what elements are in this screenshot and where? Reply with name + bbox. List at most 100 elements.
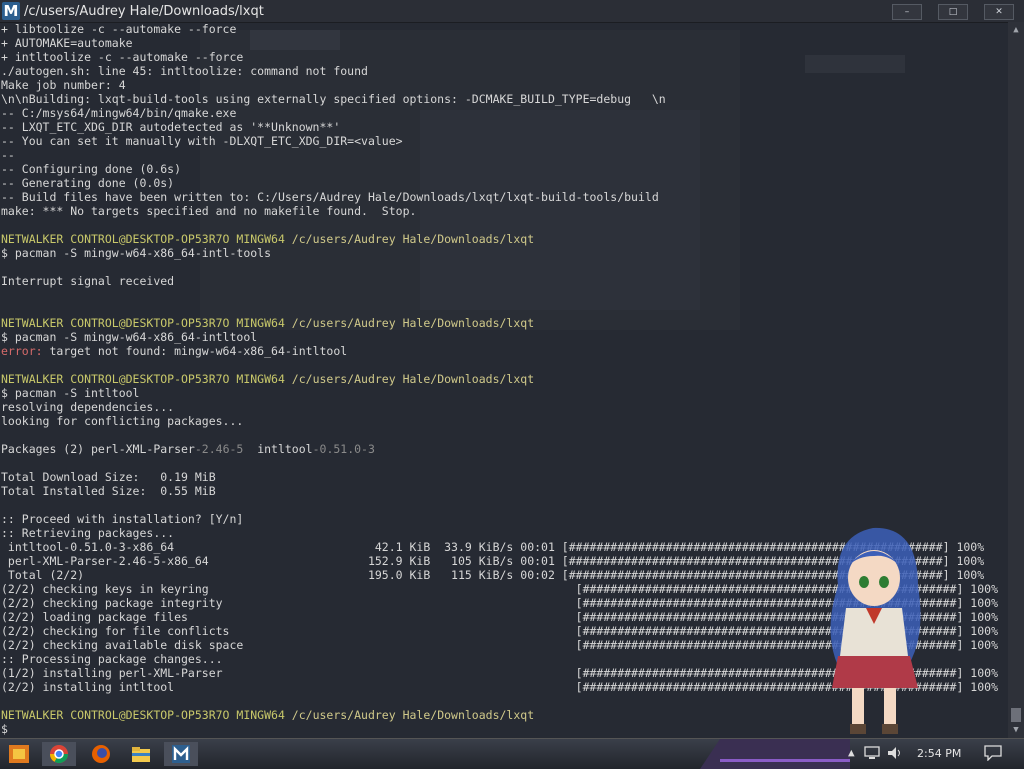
network-icon[interactable] (864, 745, 880, 765)
error-label: error: (1, 344, 43, 358)
terminal-text: intltool-0.51.0-3-x86_64 42.1 KiB 33.9 K… (1, 540, 985, 554)
terminal-line: + intltoolize -c --automake --force (0, 50, 1008, 64)
terminal-text: Interrupt signal received (1, 274, 175, 288)
terminal-line: (2/2) checking available disk space [###… (0, 638, 1008, 652)
terminal-text: Total Download Size: 0.19 MiB (1, 470, 216, 484)
firefox-icon[interactable] (84, 742, 118, 766)
mintty-logo-icon: M (2, 2, 20, 20)
terminal-line: -- Configuring done (0.6s) (0, 162, 1008, 176)
terminal-text: \n\nBuilding: lxqt-build-tools using ext… (1, 92, 666, 106)
terminal-line: -- C:/msys64/mingw64/bin/qmake.exe (0, 106, 1008, 120)
prompt-user-host: NETWALKER CONTROL@DESKTOP-OP53R7O MINGW6… (1, 372, 285, 386)
terminal-line: Interrupt signal received (0, 274, 1008, 288)
scroll-down-arrow-icon[interactable]: ▼ (1010, 724, 1022, 736)
chrome-icon[interactable] (42, 742, 76, 766)
terminal-line: NETWALKER CONTROL@DESKTOP-OP53R7O MINGW6… (0, 708, 1008, 722)
taskbar-clock[interactable]: 2:54 PM (917, 747, 961, 760)
terminal-line: (2/2) installing intltool [#############… (0, 680, 1008, 694)
terminal-line: (2/2) checking for file conflicts [#####… (0, 624, 1008, 638)
terminal-text: (2/2) loading package files [###########… (1, 610, 998, 624)
terminal-text: Total Installed Size: 0.55 MiB (1, 484, 216, 498)
terminal-output[interactable]: + libtoolize -c --automake --force + AUTO… (0, 22, 1008, 738)
terminal-text: make: *** No targets specified and no ma… (1, 204, 417, 218)
terminal-text: intltool (243, 442, 313, 456)
start-button-icon[interactable] (2, 742, 36, 766)
terminal-line: resolving dependencies... (0, 400, 1008, 414)
terminal-text: + libtoolize -c --automake --force (1, 22, 237, 36)
terminal-line: error: target not found: mingw-w64-x86_6… (0, 344, 1008, 358)
taskbar: ▲ 2:54 PM (0, 738, 1024, 769)
prompt-path: /c/users/Audrey Hale/Downloads/lxqt (284, 372, 535, 386)
terminal-line: Make job number: 4 (0, 78, 1008, 92)
terminal-text: Total (2/2) 195.0 KiB 115 KiB/s 00:02 [#… (1, 568, 985, 582)
scroll-up-arrow-icon[interactable]: ▲ (1010, 24, 1022, 36)
terminal-text: $ (1, 722, 8, 736)
scroll-thumb[interactable] (1011, 708, 1021, 722)
terminal-text: -- You can set it manually with -DLXQT_E… (1, 134, 403, 148)
terminal-text: (2/2) checking for file conflicts [#####… (1, 624, 998, 638)
title-bar: M /c/users/Audrey Hale/Downloads/lxqt – … (0, 0, 1024, 23)
terminal-text: $ pacman -S mingw-w64-x86_64-intltool (1, 330, 258, 344)
volume-icon[interactable] (886, 745, 904, 765)
terminal-text: + AUTOMAKE=automake (1, 36, 133, 50)
taskbar-decoration (700, 739, 850, 769)
terminal-text: -- LXQT_ETC_XDG_DIR autodetected as '**U… (1, 120, 341, 134)
terminal-text: (2/2) checking package integrity [######… (1, 596, 998, 610)
terminal-line: (2/2) loading package files [###########… (0, 610, 1008, 624)
tray-arrow-icon[interactable]: ▲ (848, 746, 855, 759)
minimize-button[interactable]: – (892, 4, 922, 20)
terminal-text: -0.51.0-3 (312, 442, 375, 456)
prompt-user-host: NETWALKER CONTROL@DESKTOP-OP53R7O MINGW6… (1, 232, 285, 246)
terminal-line: -- Build files have been written to: C:/… (0, 190, 1008, 204)
terminal-line: (2/2) checking keys in keyring [########… (0, 582, 1008, 596)
terminal-text: -- Generating done (0.0s) (1, 176, 175, 190)
terminal-text: ./autogen.sh: line 45: intltoolize: comm… (1, 64, 368, 78)
terminal-text: -- Configuring done (0.6s) (1, 162, 182, 176)
terminal-line: make: *** No targets specified and no ma… (0, 204, 1008, 218)
terminal-text: -- (1, 148, 15, 162)
terminal-line: :: Retrieving packages... (0, 526, 1008, 540)
maximize-button[interactable]: □ (938, 4, 968, 20)
terminal-line: (2/2) checking package integrity [######… (0, 596, 1008, 610)
terminal-line: (1/2) installing perl-XML-Parser [######… (0, 666, 1008, 680)
file-explorer-icon[interactable] (124, 742, 158, 766)
close-button[interactable]: ✕ (984, 4, 1014, 20)
terminal-text: resolving dependencies... (1, 400, 175, 414)
prompt-path: /c/users/Audrey Hale/Downloads/lxqt (284, 232, 535, 246)
terminal-text: (2/2) checking available disk space [###… (1, 638, 998, 652)
terminal-line: intltool-0.51.0-3-x86_64 42.1 KiB 33.9 K… (0, 540, 1008, 554)
prompt-path: /c/users/Audrey Hale/Downloads/lxqt (284, 708, 535, 722)
terminal-line: $ pacman -S intltool (0, 386, 1008, 400)
terminal-text: $ pacman -S mingw-w64-x86_64-intl-tools (1, 246, 272, 260)
terminal-text: perl-XML-Parser-2.46-5-x86_64 152.9 KiB … (1, 554, 985, 568)
terminal-text: -- C:/msys64/mingw64/bin/qmake.exe (1, 106, 237, 120)
vertical-scrollbar[interactable]: ▲ ▼ (1008, 22, 1024, 738)
terminal-line: -- LXQT_ETC_XDG_DIR autodetected as '**U… (0, 120, 1008, 134)
terminal-line: Total Download Size: 0.19 MiB (0, 470, 1008, 484)
terminal-line: + libtoolize -c --automake --force (0, 22, 1008, 36)
terminal-text: $ pacman -S intltool (1, 386, 140, 400)
terminal-text: :: Processing package changes... (1, 652, 223, 666)
terminal-text: :: Proceed with installation? [Y/n] (1, 512, 244, 526)
terminal-line: NETWALKER CONTROL@DESKTOP-OP53R7O MINGW6… (0, 372, 1008, 386)
terminal-text: (2/2) checking keys in keyring [########… (1, 582, 998, 596)
terminal-text: target not found: mingw-w64-x86_64-intlt… (42, 344, 348, 358)
terminal-text: -2.46-5 (194, 442, 244, 456)
terminal-line: $ (0, 722, 1008, 736)
terminal-line: -- (0, 148, 1008, 162)
terminal-line: perl-XML-Parser-2.46-5-x86_64 152.9 KiB … (0, 554, 1008, 568)
terminal-line: :: Processing package changes... (0, 652, 1008, 666)
notification-icon[interactable] (984, 745, 1002, 765)
terminal-line: -- Generating done (0.0s) (0, 176, 1008, 190)
mintty-icon[interactable] (164, 742, 198, 766)
terminal-line: ./autogen.sh: line 45: intltoolize: comm… (0, 64, 1008, 78)
terminal-line: Total (2/2) 195.0 KiB 115 KiB/s 00:02 [#… (0, 568, 1008, 582)
